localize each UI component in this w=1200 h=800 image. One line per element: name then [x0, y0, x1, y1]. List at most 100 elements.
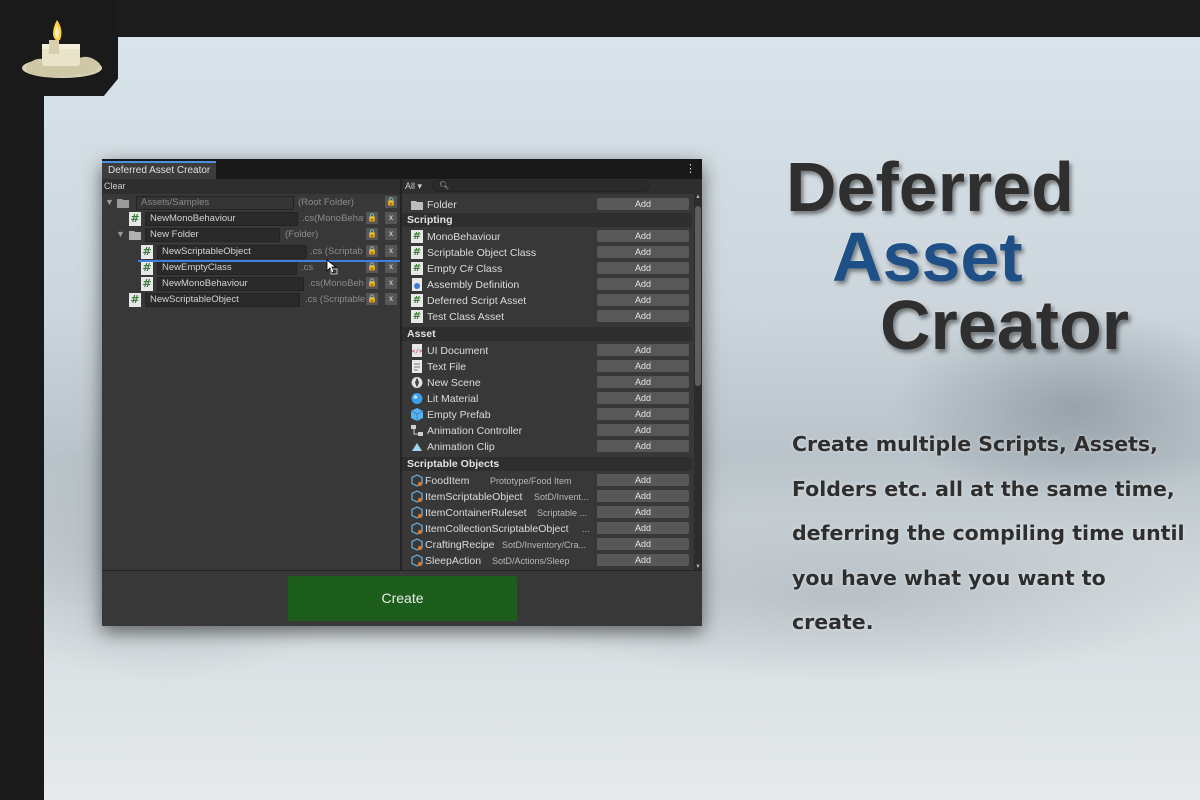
add-button[interactable]: Add [597, 506, 689, 518]
catalog-item-label: Scriptable Object Class [427, 247, 537, 259]
catalog-item-assembly-definition: Assembly Definition Add [402, 277, 692, 292]
add-button[interactable]: Add [597, 198, 689, 210]
remove-button[interactable]: x [385, 212, 397, 224]
lock-icon[interactable]: 🔒 [366, 212, 378, 224]
remove-button[interactable]: x [385, 277, 397, 289]
deferred-asset-creator-window: Deferred Asset Creator ⋮ Clear ▼ Assets/… [102, 159, 702, 626]
add-button[interactable]: Add [597, 474, 689, 486]
catalog-item-label: Lit Material [427, 393, 479, 405]
add-button[interactable]: Add [597, 262, 689, 274]
tree-row-script: # NewMonoBehaviour .cs(MonoBeh 🔒 x [102, 277, 400, 292]
add-button[interactable]: Add [597, 538, 689, 550]
add-button[interactable]: Add [597, 230, 689, 242]
scriptable-object-icon [411, 490, 423, 503]
folder-icon [129, 231, 141, 240]
window-tab-bar: Deferred Asset Creator ⋮ [102, 159, 702, 179]
promo-title-line-2: Asset [832, 218, 1023, 296]
catalog-item-label: Deferred Script Asset [427, 295, 527, 307]
catalog-item-empty-class: # Empty C# Class Add [402, 261, 692, 276]
asset-type-label: .cs [301, 262, 314, 273]
catalog-item-path: ... [582, 524, 590, 534]
csharp-script-icon: # [411, 230, 423, 243]
scroll-up-icon[interactable]: ▲ [694, 194, 702, 200]
csharp-script-icon: # [129, 212, 141, 226]
section-header-asset[interactable]: Asset [402, 327, 692, 341]
catalog-item-label: New Scene [427, 377, 481, 389]
add-button[interactable]: Add [597, 522, 689, 534]
scriptable-object-icon [411, 522, 423, 535]
mouse-cursor-icon [326, 259, 338, 275]
section-header-scriptable-objects[interactable]: Scriptable Objects [402, 457, 692, 471]
asset-name-field[interactable]: NewMonoBehaviour [157, 277, 304, 291]
add-button[interactable]: Add [597, 246, 689, 258]
add-button[interactable]: Add [597, 294, 689, 306]
asset-catalog-pane: All ▾ 🔍︎ Folder Add Scripting # MonoBeha… [402, 179, 702, 570]
catalog-item-label: ItemContainerRuleset [425, 507, 527, 519]
asset-type-label: .cs (Scriptable [305, 294, 365, 305]
category-filter-dropdown[interactable]: All ▾ [405, 181, 422, 192]
catalog-item-label: Animation Clip [427, 441, 495, 453]
section-header-scripting[interactable]: Scripting [402, 213, 692, 227]
catalog-item-path: SotD/Invent... [534, 492, 589, 502]
lock-icon[interactable]: 🔒 [366, 261, 378, 273]
add-button[interactable]: Add [597, 408, 689, 420]
add-button[interactable]: Add [597, 424, 689, 436]
animation-clip-icon [412, 443, 422, 451]
add-button[interactable]: Add [597, 392, 689, 404]
tree-row-script: # NewScriptableObject .cs (Scriptable 🔒 … [102, 293, 400, 308]
asset-name-field[interactable]: Assets/Samples [136, 196, 294, 210]
prefab-icon [411, 408, 423, 421]
catalog-item-label: SleepAction [425, 555, 482, 567]
lock-icon[interactable]: 🔒 [385, 196, 397, 208]
create-button[interactable]: Create [288, 576, 517, 621]
foldout-arrow-icon[interactable]: ▼ [105, 197, 114, 207]
lock-icon[interactable]: 🔒 [366, 228, 378, 240]
add-button[interactable]: Add [597, 360, 689, 372]
logo-panel [0, 0, 118, 96]
catalog-scrollbar[interactable]: ▲ ▼ [694, 194, 702, 570]
asset-name-field[interactable]: New Folder [145, 228, 280, 242]
asset-name-field[interactable]: NewEmptyClass [157, 261, 297, 275]
catalog-item-label: Empty Prefab [427, 409, 491, 421]
remove-button[interactable]: x [385, 261, 397, 273]
remove-button[interactable]: x [385, 293, 397, 305]
catalog-item-animation-clip: Animation Clip Add [402, 439, 692, 454]
catalog-item-label: Empty C# Class [427, 263, 503, 275]
tab-deferred-asset-creator[interactable]: Deferred Asset Creator [102, 161, 217, 179]
catalog-item-scriptable-object: ItemCollectionScriptableObject ... Add [402, 521, 692, 536]
catalog-item-deferred-script-asset: # Deferred Script Asset Add [402, 293, 692, 308]
add-button[interactable]: Add [597, 490, 689, 502]
folder-icon [411, 201, 423, 210]
asset-type-label: .cs (Scriptab [310, 246, 363, 257]
catalog-item-monobehaviour: # MonoBehaviour Add [402, 229, 692, 244]
scriptable-object-icon [411, 554, 423, 567]
add-button[interactable]: Add [597, 278, 689, 290]
scrollbar-thumb[interactable] [695, 206, 701, 386]
catalog-toolbar: All ▾ 🔍︎ [402, 179, 702, 194]
add-button[interactable]: Add [597, 440, 689, 452]
search-field[interactable]: 🔍︎ [432, 180, 650, 192]
lock-icon[interactable]: 🔒 [366, 245, 378, 257]
window-footer: Create [102, 570, 702, 626]
scriptable-object-icon [411, 506, 423, 519]
clear-button[interactable]: Clear [104, 181, 126, 191]
add-button[interactable]: Add [597, 554, 689, 566]
add-button[interactable]: Add [597, 310, 689, 322]
tree-row-folder: ▼ New Folder (Folder) 🔒 x [102, 228, 400, 243]
csharp-script-icon: # [141, 261, 153, 275]
catalog-item-path: Prototype/Food Item [490, 476, 572, 486]
asset-name-field[interactable]: NewScriptableObject [145, 293, 300, 307]
window-menu-icon[interactable]: ⋮ [685, 162, 696, 175]
catalog-item-new-scene: New Scene Add [402, 375, 692, 390]
add-button[interactable]: Add [597, 376, 689, 388]
foldout-arrow-icon[interactable]: ▼ [116, 229, 125, 239]
lock-icon[interactable]: 🔒 [366, 277, 378, 289]
text-file-icon [412, 360, 422, 373]
tree-row-script: # NewScriptableObject .cs (Scriptab 🔒 x [102, 245, 400, 260]
remove-button[interactable]: x [385, 245, 397, 257]
asset-name-field[interactable]: NewMonoBehaviour [145, 212, 298, 226]
lock-icon[interactable]: 🔒 [366, 293, 378, 305]
remove-button[interactable]: x [385, 228, 397, 240]
asset-name-field[interactable]: NewScriptableObject [157, 245, 307, 259]
add-button[interactable]: Add [597, 344, 689, 356]
